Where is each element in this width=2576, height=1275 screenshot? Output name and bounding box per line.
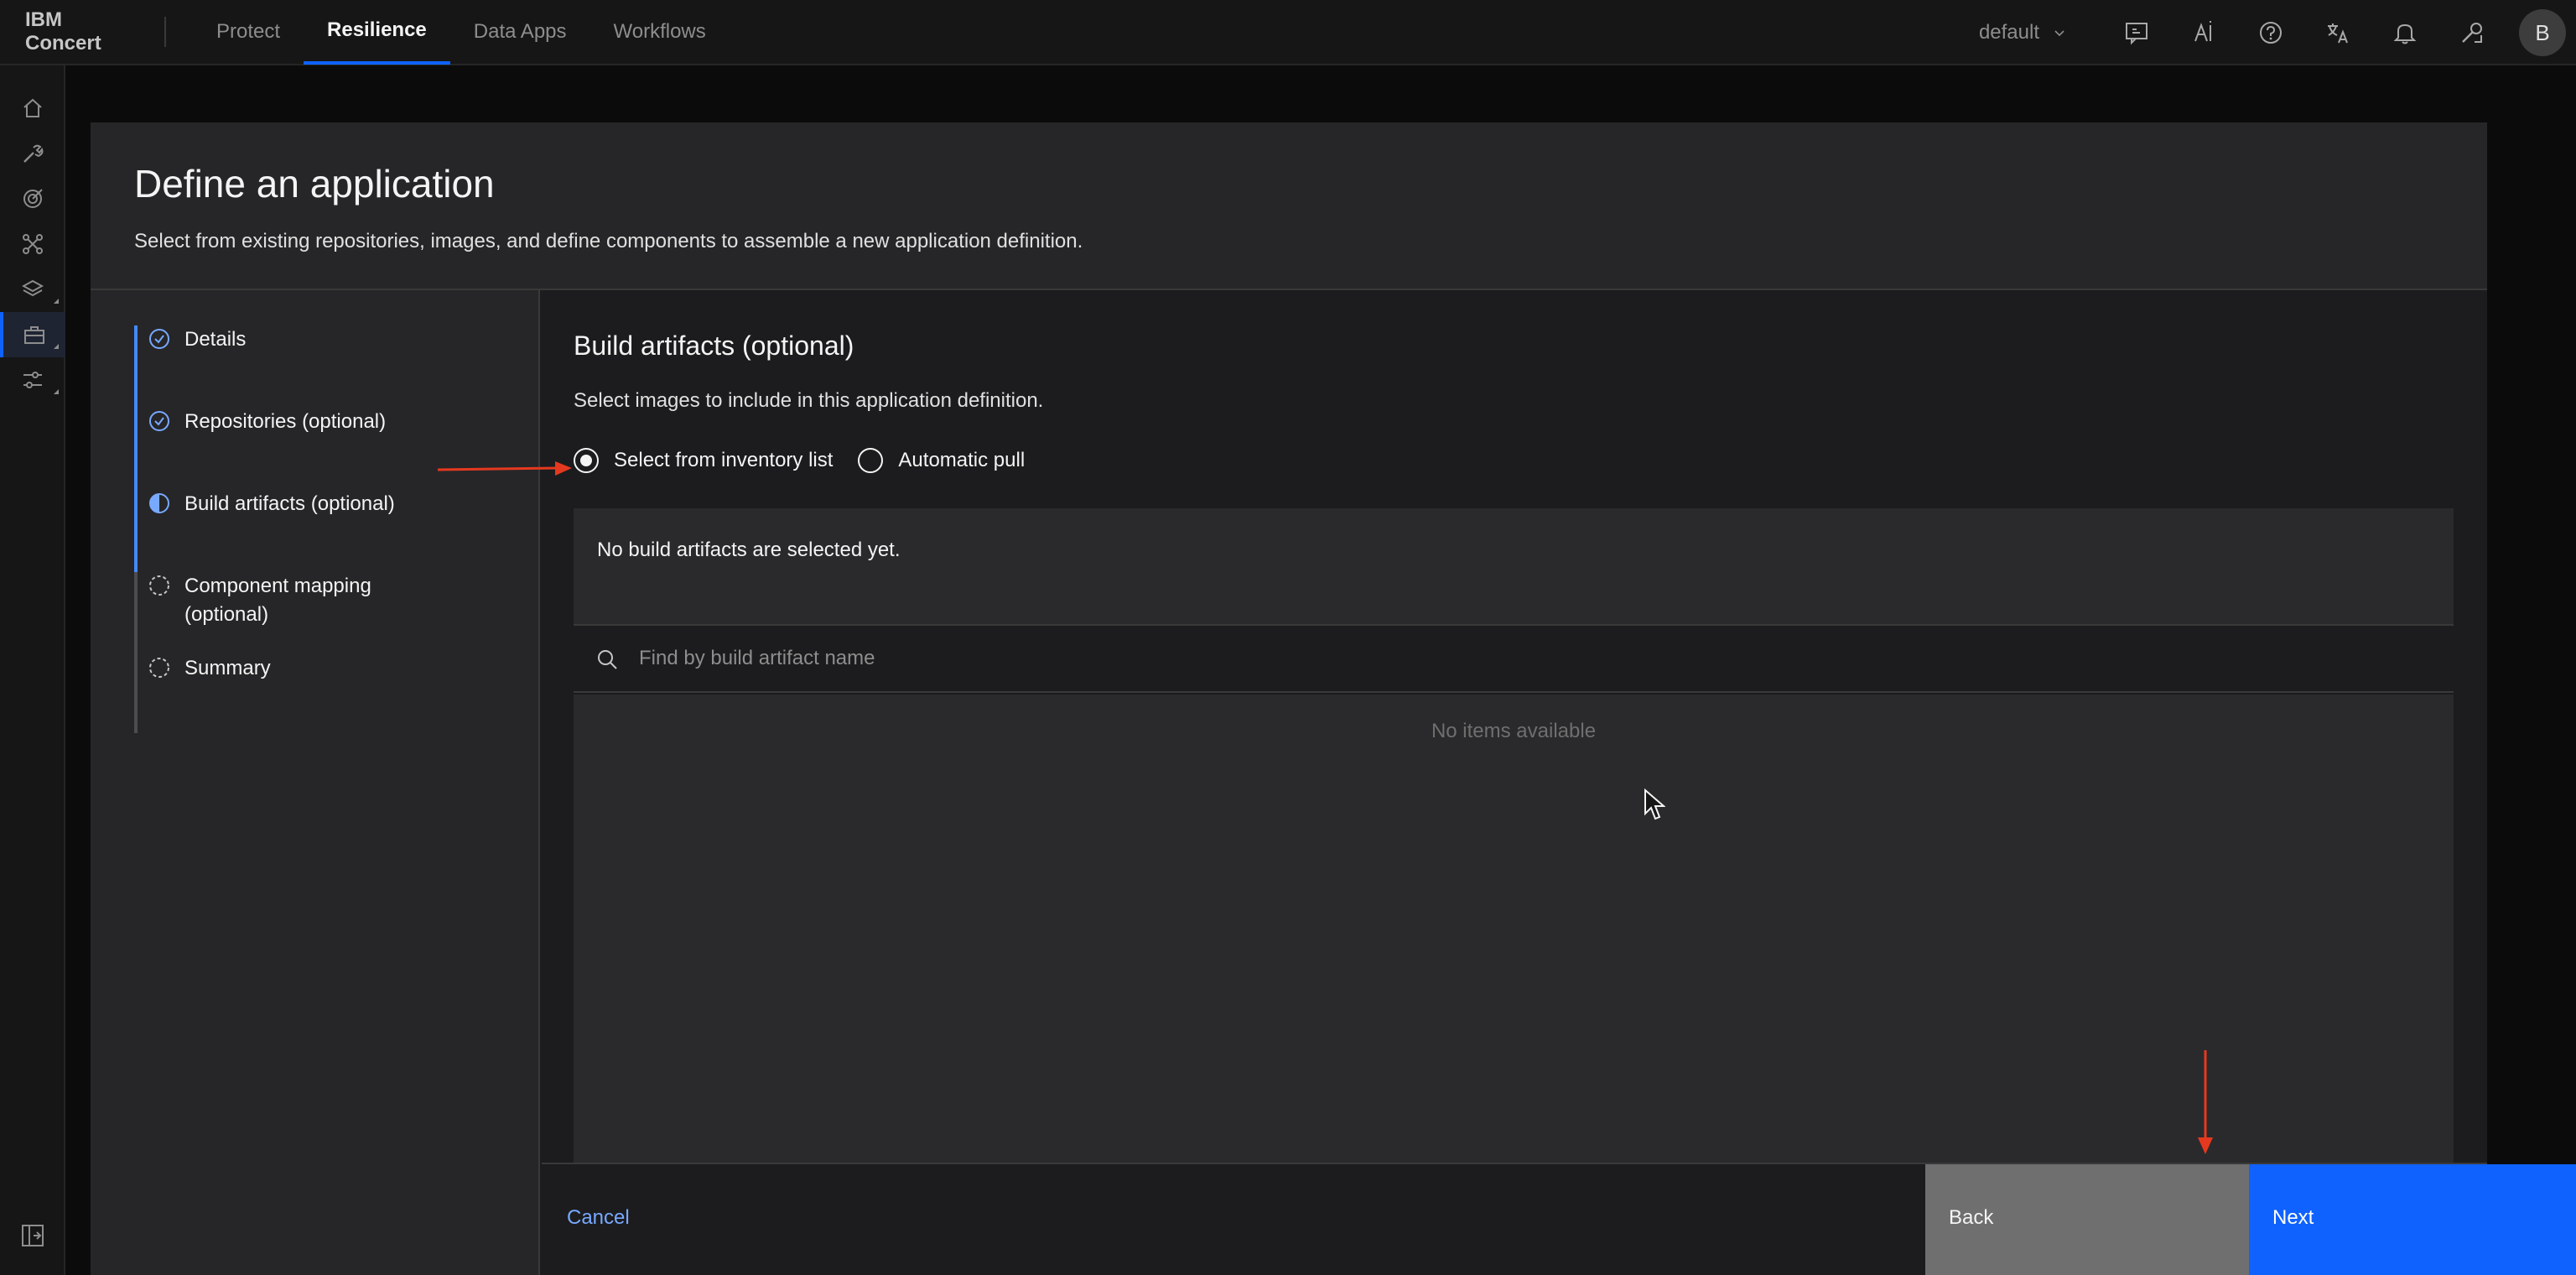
home-icon — [23, 98, 42, 117]
notifications-button[interactable] — [2371, 0, 2438, 65]
radio-automatic-pull[interactable]: Automatic pull — [858, 448, 1025, 473]
cancel-button[interactable]: Cancel — [542, 1164, 877, 1275]
artifact-search — [574, 626, 2454, 693]
progress-track — [134, 325, 138, 733]
rail-inventory[interactable] — [0, 312, 65, 357]
brand[interactable]: IBM Concert — [0, 8, 166, 55]
half-circle-icon — [149, 493, 169, 513]
rail-home[interactable] — [0, 86, 65, 131]
rail-expand-button[interactable] — [0, 1213, 65, 1258]
modal-footer: Cancel Back Next — [542, 1163, 2576, 1275]
radio-selected-icon — [574, 448, 599, 473]
tools-icon — [2462, 23, 2482, 43]
target-icon — [23, 189, 43, 208]
tenant-selector[interactable]: default — [1979, 21, 2066, 44]
checkmark-outline-icon — [149, 329, 169, 349]
step-build-artifacts[interactable]: Build artifacts (optional) — [148, 490, 395, 518]
dashed-circle-icon — [149, 575, 169, 596]
user-avatar[interactable]: B — [2519, 9, 2566, 56]
define-application-modal: Define an application Select from existi… — [91, 122, 2576, 1275]
search-icon — [598, 650, 617, 669]
submenu-indicator — [54, 299, 59, 304]
translate-icon — [2328, 23, 2348, 44]
step-label: Build artifacts (optional) — [184, 492, 395, 515]
step-component-mapping[interactable]: Component mapping (optional) — [148, 572, 483, 629]
side-rail — [0, 65, 65, 1275]
dashed-circle-icon — [149, 658, 169, 678]
source-radio-group: Select from inventory list Automatic pul… — [574, 448, 1050, 473]
annotation-arrow-icon — [2198, 1050, 2213, 1154]
step-label: Details — [184, 328, 247, 351]
submenu-indicator — [54, 344, 59, 349]
step-label: Component mapping (optional) — [184, 575, 371, 626]
feedback-button[interactable] — [2103, 0, 2170, 65]
radio-unselected-icon — [858, 448, 884, 473]
section-description: Select images to include in this applica… — [574, 389, 1044, 412]
artifact-list: No items available — [574, 695, 2454, 1163]
next-button[interactable]: Next — [2249, 1164, 2576, 1275]
help-icon — [2260, 22, 2282, 44]
top-header: IBM Concert Protect Resilience Data Apps… — [0, 0, 2576, 65]
rail-insights[interactable] — [0, 176, 65, 221]
network-icon — [23, 234, 43, 254]
rail-build[interactable] — [0, 131, 65, 176]
chat-icon — [2126, 23, 2148, 45]
selected-artifacts-tile: No build artifacts are selected yet. — [574, 508, 2454, 626]
rail-layers[interactable] — [0, 267, 65, 312]
bell-icon — [2393, 23, 2417, 44]
nav-protect[interactable]: Protect — [193, 0, 304, 65]
step-summary[interactable]: Summary — [148, 654, 271, 683]
nav-data-apps[interactable]: Data Apps — [450, 0, 590, 65]
progress-indicator: Details Repositories (optional) Build ar… — [91, 290, 540, 1275]
help-button[interactable] — [2237, 0, 2304, 65]
language-button[interactable] — [2304, 0, 2371, 65]
empty-selection-text: No build artifacts are selected yet. — [597, 539, 901, 561]
nav-workflows[interactable]: Workflows — [590, 0, 730, 65]
top-nav: Protect Resilience Data Apps Workflows — [193, 0, 730, 65]
checkmark-outline-icon — [149, 411, 169, 431]
progress-track-complete — [134, 325, 138, 572]
tenant-label: default — [1978, 21, 2039, 44]
step-label: Summary — [184, 657, 271, 679]
step-repositories[interactable]: Repositories (optional) — [148, 408, 386, 436]
brand-name: IBM Concert — [25, 8, 101, 55]
radio-label: Select from inventory list — [614, 449, 834, 471]
radio-label: Automatic pull — [898, 449, 1026, 471]
sliders-icon — [23, 372, 42, 388]
no-items-text: No items available — [1431, 720, 1597, 742]
step-content: Build artifacts (optional) Select images… — [542, 290, 2487, 1163]
modal-title: Define an application — [134, 162, 495, 206]
briefcase-icon — [24, 326, 44, 344]
modal-description: Select from existing repositories, image… — [134, 230, 1083, 252]
search-input[interactable] — [639, 626, 2400, 691]
section-title: Build artifacts (optional) — [574, 330, 854, 361]
ai-assistant-button[interactable] — [2170, 0, 2237, 65]
settings-button[interactable] — [2438, 0, 2506, 65]
back-button[interactable]: Back — [1925, 1164, 2249, 1275]
rail-topology[interactable] — [0, 221, 65, 267]
mouse-cursor-icon — [1644, 788, 1665, 820]
annotation-arrow-icon — [438, 461, 572, 476]
modal-header: Define an application Select from existi… — [91, 122, 2487, 290]
header-actions: default B — [1979, 0, 2576, 65]
nav-resilience[interactable]: Resilience — [304, 0, 450, 65]
ai-icon — [2194, 21, 2211, 42]
submenu-indicator — [54, 389, 59, 394]
rail-administration[interactable] — [0, 357, 65, 403]
step-details[interactable]: Details — [148, 325, 246, 354]
brand-divider — [164, 17, 166, 47]
expand-panel-icon — [22, 1225, 44, 1246]
radio-inventory-list[interactable]: Select from inventory list — [574, 448, 833, 473]
chevron-down-icon — [2054, 30, 2064, 37]
wrench-icon — [23, 144, 44, 163]
layers-icon — [22, 279, 44, 297]
step-label: Repositories (optional) — [184, 410, 387, 433]
